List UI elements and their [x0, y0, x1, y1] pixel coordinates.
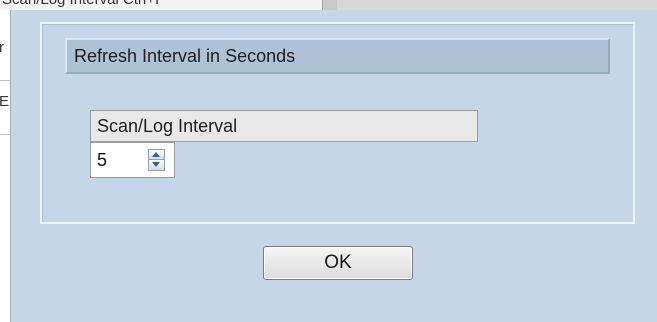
background-column-text: E: [0, 93, 10, 110]
ok-button[interactable]: OK: [263, 246, 413, 280]
interval-spinbox[interactable]: 5: [90, 142, 175, 178]
increment-button[interactable]: [149, 150, 164, 160]
background-divider: [0, 134, 10, 135]
spin-buttons: [148, 149, 165, 171]
group-title: Refresh Interval in Seconds: [65, 38, 610, 74]
interval-value[interactable]: 5: [97, 143, 107, 177]
refresh-interval-dialog: Refresh Interval in Seconds Scan/Log Int…: [10, 10, 657, 322]
arrow-up-icon: [152, 152, 160, 157]
scan-log-interval-label: Scan/Log Interval: [90, 110, 478, 142]
decrement-button[interactable]: [149, 160, 164, 170]
background-divider: [0, 80, 10, 81]
interval-group-box: Refresh Interval in Seconds Scan/Log Int…: [40, 22, 635, 224]
arrow-down-icon: [152, 162, 160, 167]
background-menu-text: Scan/Log Interval Ctrl+I: [2, 0, 159, 8]
background-scrollbar: [322, 0, 337, 10]
background-column-text: r: [0, 39, 4, 56]
